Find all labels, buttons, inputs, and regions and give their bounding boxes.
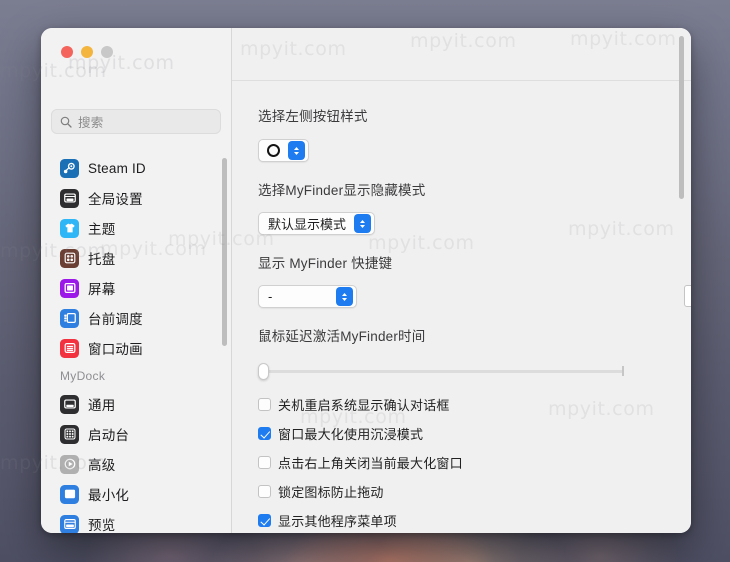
checkbox-row[interactable]: 点击右上角关闭当前最大化窗口 (258, 448, 691, 477)
chevron-updown-icon (288, 141, 305, 160)
search-input[interactable]: 搜索 (51, 109, 221, 134)
traffic-lights (61, 46, 113, 58)
minimize-button[interactable] (81, 46, 93, 58)
stage-manager-icon (60, 308, 79, 328)
sidebar-list: Steam ID 全局设置主题托盘屏幕台前调度窗口动画 MyDock 通用启动台高级最… (41, 146, 232, 533)
checkbox-row[interactable]: 关机重启系统显示确认对话框 (258, 390, 691, 419)
launchpad-icon (60, 424, 79, 444)
checkbox-checked-icon[interactable] (258, 427, 271, 440)
finder-hide-mode-popup[interactable]: 默认显示模式 (258, 212, 376, 235)
sidebar-item-全局设置[interactable]: 全局设置 (41, 183, 232, 213)
sidebar-item-台前调度[interactable]: 台前调度 (41, 303, 232, 333)
shortcut-text-input[interactable] (684, 285, 691, 307)
checkbox-label: 窗口最大化使用沉浸模式 (278, 427, 424, 442)
sidebar-item-label: 屏幕 (88, 282, 116, 297)
steam-icon (60, 158, 79, 178)
checkbox-label: 显示其他程序菜单项 (278, 514, 397, 529)
theme-icon (60, 218, 79, 238)
chevron-updown-icon (336, 287, 353, 306)
sidebar-item-label: 全局设置 (88, 192, 143, 207)
sidebar-item-最小化[interactable]: 最小化 (41, 479, 232, 509)
checkbox-unchecked-icon[interactable] (258, 398, 271, 411)
settings-content: 选择左侧按钮样式 选择MyFinder显示隐藏模式 默认显示模式 显示 MyFi… (232, 81, 691, 532)
search-placeholder: 搜索 (78, 116, 104, 130)
finder-shortcut-popup[interactable]: - (258, 285, 357, 308)
window-animation-icon (60, 338, 79, 358)
sidebar-item-label: 台前调度 (88, 312, 143, 327)
checkbox-list: 关机重启系统显示确认对话框 窗口最大化使用沉浸模式点击右上角关闭当前最大化窗口 锁定… (258, 390, 691, 532)
sidebar-item-label: 主题 (88, 222, 116, 237)
minimize-icon (60, 484, 79, 504)
checkbox-label: 点击右上角关闭当前最大化窗口 (278, 456, 463, 471)
checkbox-label: 关机重启系统显示确认对话框 (278, 398, 450, 413)
sidebar-item-窗口动画[interactable]: 窗口动画 (41, 333, 232, 363)
sidebar-item-label: 最小化 (88, 488, 130, 503)
finder-hide-mode-label: 选择MyFinder显示隐藏模式 (258, 183, 426, 198)
slider-thumb[interactable] (258, 363, 269, 380)
sidebar-item-预览[interactable]: 预览 (41, 509, 232, 533)
slider-tick-mark (622, 366, 624, 376)
checkbox-unchecked-icon[interactable] (258, 456, 271, 469)
search-container: 搜索 (51, 109, 221, 134)
sidebar-item-label: Steam ID (88, 160, 146, 176)
sidebar-item-label: 窗口动画 (88, 342, 143, 357)
sidebar-item-通用[interactable]: 通用 (41, 389, 232, 419)
mouse-delay-label: 鼠标延迟激活MyFinder时间 (258, 329, 426, 344)
left-button-style-label: 选择左侧按钮样式 (258, 109, 368, 124)
tray-icon (60, 248, 79, 268)
checkbox-row[interactable]: 显示其他程序菜单项 (258, 506, 691, 532)
checkbox-row[interactable]: 窗口最大化使用沉浸模式 (258, 419, 691, 448)
main-panel: 选择左侧按钮样式 选择MyFinder显示隐藏模式 默认显示模式 显示 MyFi… (232, 28, 691, 533)
close-button[interactable] (61, 46, 73, 58)
sidebar-item-label: 托盘 (88, 252, 116, 267)
sidebar-item-屏幕[interactable]: 屏幕 (41, 273, 232, 303)
sidebar-item-主题[interactable]: 主题 (41, 213, 232, 243)
sidebar-item-label: 启动台 (88, 428, 130, 443)
finder-shortcut-value: - (268, 289, 273, 304)
sidebar-item-启动台[interactable]: 启动台 (41, 419, 232, 449)
finder-shortcut-label: 显示 MyFinder 快捷键 (258, 256, 393, 271)
checkbox-unchecked-icon[interactable] (258, 485, 271, 498)
checkbox-label: 锁定图标防止拖动 (278, 485, 384, 500)
preview-icon (60, 514, 79, 533)
sidebar-group-header: MyDock (60, 369, 106, 383)
sidebar-item-label: 高级 (88, 458, 116, 473)
screen-icon (60, 278, 79, 298)
main-scrollbar[interactable] (679, 36, 684, 199)
maximize-button[interactable] (101, 46, 113, 58)
sidebar-scroll-area: Steam ID 全局设置主题托盘屏幕台前调度窗口动画 MyDock 通用启动台高级最… (41, 146, 232, 533)
desktop-background: 搜索 Steam ID 全局设置主题托盘屏幕台前调度窗口动画 MyDock 通用启动台… (0, 0, 730, 562)
left-button-style-popup[interactable] (258, 139, 309, 162)
sidebar-item-Steam ID[interactable]: Steam ID (41, 153, 232, 183)
mouse-delay-slider[interactable] (258, 361, 691, 381)
sidebar-item-label: 通用 (88, 398, 116, 413)
window-titlebar (232, 28, 691, 81)
sidebar-item-高级[interactable]: 高级 (41, 449, 232, 479)
sidebar: 搜索 Steam ID 全局设置主题托盘屏幕台前调度窗口动画 MyDock 通用启动台… (41, 28, 232, 533)
slider-track (261, 370, 624, 373)
checkbox-checked-icon[interactable] (258, 514, 271, 527)
global-settings-icon (60, 188, 79, 208)
circle-glyph-icon (267, 144, 280, 157)
sidebar-scrollbar[interactable] (222, 158, 227, 346)
settings-window: 搜索 Steam ID 全局设置主题托盘屏幕台前调度窗口动画 MyDock 通用启动台… (41, 28, 691, 533)
finder-hide-mode-value: 默认显示模式 (268, 217, 347, 232)
sidebar-item-托盘[interactable]: 托盘 (41, 243, 232, 273)
search-icon (60, 116, 72, 128)
checkbox-row[interactable]: 锁定图标防止拖动 (258, 477, 691, 506)
chevron-updown-icon (354, 214, 372, 233)
sidebar-item-label: 预览 (88, 518, 116, 533)
advanced-icon (60, 454, 79, 474)
general-icon (60, 394, 79, 414)
